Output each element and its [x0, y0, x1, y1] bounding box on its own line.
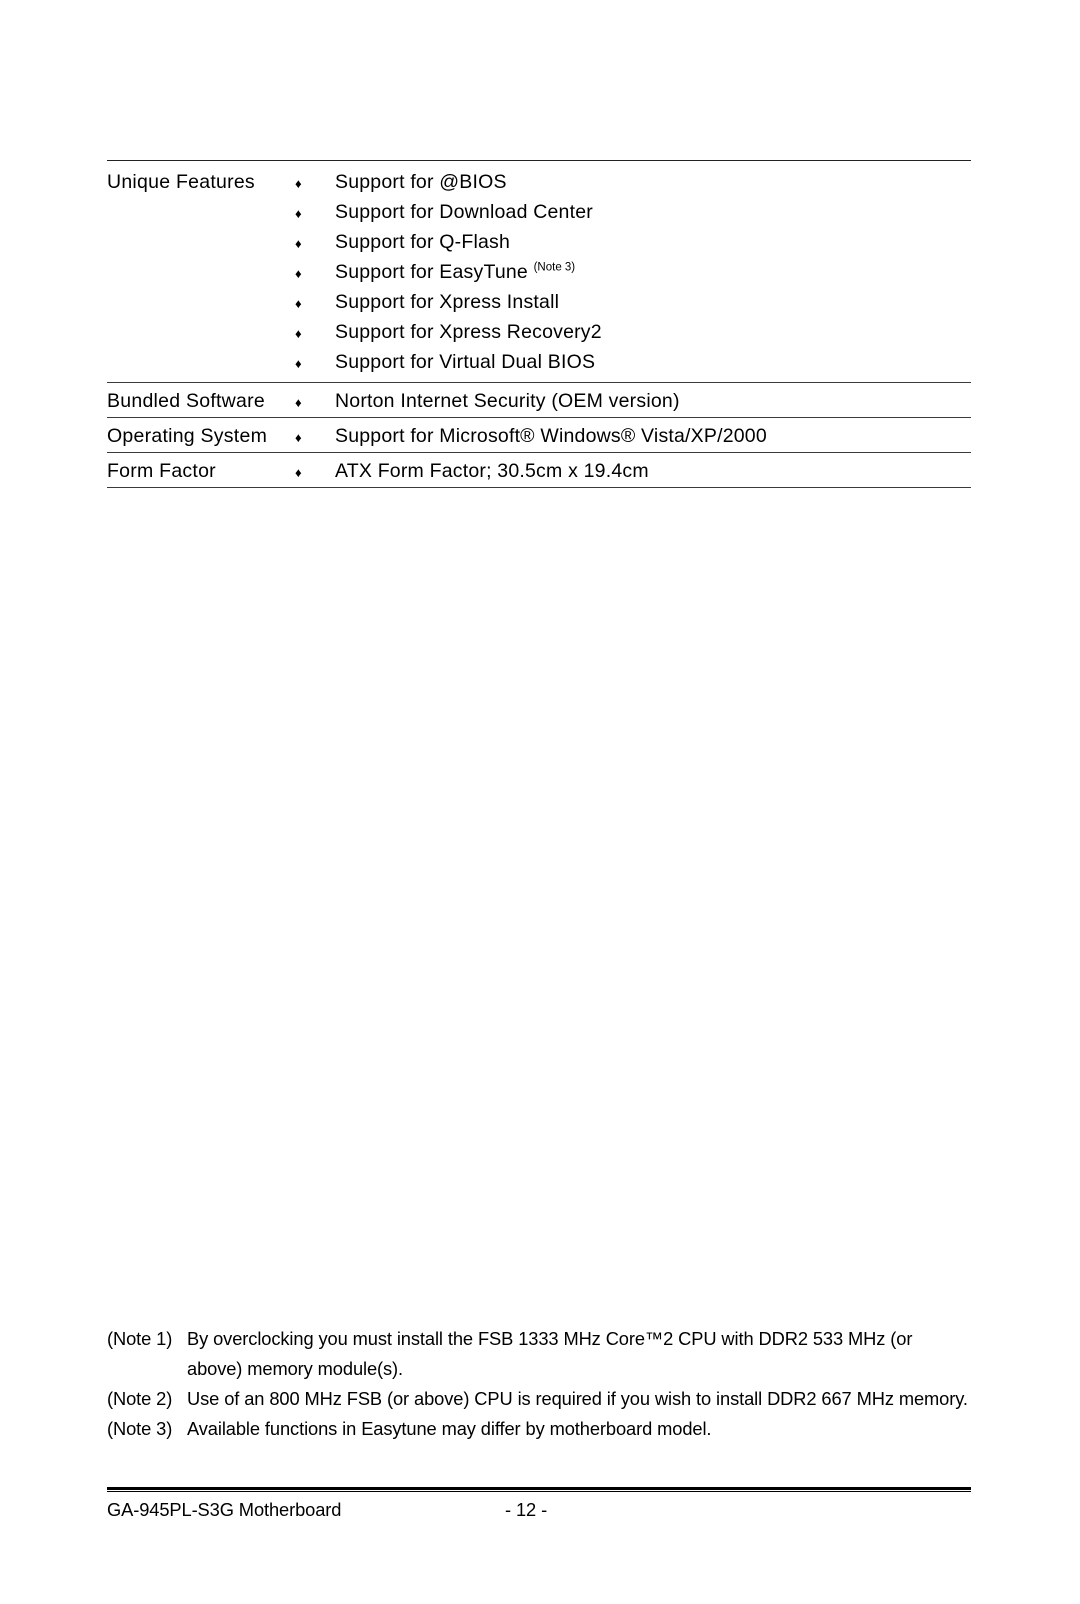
spec-text: Support for Xpress Install — [335, 291, 560, 313]
list-item: ♦ Support for EasyTune (Note 3) — [295, 258, 971, 288]
spec-label: Bundled Software — [107, 390, 265, 412]
specification-table: Unique Features ♦ Support for @BIOS ♦ Su… — [107, 160, 971, 488]
spec-items: ♦ ATX Form Factor; 30.5cm x 19.4cm — [295, 453, 971, 487]
list-item: ♦ Support for Microsoft® Windows® Vista/… — [295, 422, 971, 452]
spec-text: Support for EasyTune (Note 3) — [335, 258, 971, 287]
spec-label: Operating System — [107, 425, 268, 447]
list-item: ♦ Support for Xpress Install — [295, 288, 971, 318]
list-item: ♦ Support for Virtual Dual BIOS — [295, 348, 971, 378]
footer-text-row: GA-945PL-S3G Motherboard - 12 - — [107, 1495, 971, 1525]
table-row: Unique Features ♦ Support for @BIOS ♦ Su… — [107, 161, 971, 382]
diamond-bullet-icon: ♦ — [295, 326, 302, 341]
spec-items: ♦ Support for @BIOS ♦ Support for Downlo… — [295, 164, 971, 378]
spec-label: Form Factor — [107, 460, 216, 482]
diamond-bullet-icon: ♦ — [295, 266, 302, 281]
spec-text: Support for Virtual Dual BIOS — [335, 351, 596, 373]
spec-label: Unique Features — [107, 171, 255, 193]
footnote-line: (Note 3) Available functions in Easytune … — [107, 1414, 987, 1444]
footnote-text: By overclocking you must install the FSB… — [187, 1328, 913, 1349]
footnote-marker: (Note 2) — [107, 1388, 173, 1409]
footnote-2: (Note 2) Use of an 800 MHz FSB (or above)… — [107, 1384, 987, 1414]
spec-text: ATX Form Factor; 30.5cm x 19.4cm — [335, 460, 649, 482]
footnote-text: Use of an 800 MHz FSB (or above) CPU is … — [187, 1388, 968, 1409]
spec-text-main: Support for EasyTune — [335, 261, 534, 283]
page-footer: GA-945PL-S3G Motherboard - 12 - — [107, 1487, 971, 1525]
diamond-bullet-icon: ♦ — [295, 206, 302, 221]
footnote-marker: (Note 1) — [107, 1328, 173, 1349]
diamond-bullet-icon: ♦ — [295, 430, 302, 445]
diamond-bullet-icon: ♦ — [295, 296, 302, 311]
footnote-line: (Note 2) Use of an 800 MHz FSB (or above)… — [107, 1384, 987, 1414]
diamond-bullet-icon: ♦ — [295, 356, 302, 371]
list-item: ♦ Support for Download Center — [295, 198, 971, 228]
table-bottom-rule — [107, 487, 971, 488]
footnote-1: (Note 1) By overclocking you must install… — [107, 1324, 987, 1384]
spec-items: ♦ Norton Internet Security (OEM version) — [295, 383, 971, 417]
diamond-bullet-icon: ♦ — [295, 176, 302, 191]
table-row: Form Factor ♦ ATX Form Factor; 30.5cm x … — [107, 453, 971, 487]
footnote-marker: (Note 3) — [533, 261, 576, 274]
diamond-bullet-icon: ♦ — [295, 395, 302, 410]
footnote-line: (Note 1) By overclocking you must install… — [107, 1324, 987, 1354]
spec-text: Support for @BIOS — [335, 171, 507, 193]
footer-rule-thin — [107, 1490, 971, 1493]
spec-text: Support for Q-Flash — [335, 231, 511, 253]
list-item: ♦ Norton Internet Security (OEM version) — [295, 387, 971, 417]
table-row: Bundled Software ♦ Norton Internet Secur… — [107, 383, 971, 417]
footnotes-block: (Note 1) By overclocking you must install… — [107, 1324, 987, 1444]
list-item: ♦ Support for Q-Flash — [295, 228, 971, 258]
spec-text: Norton Internet Security (OEM version) — [335, 390, 680, 412]
list-item: ♦ ATX Form Factor; 30.5cm x 19.4cm — [295, 457, 971, 487]
footnote-text-continued: above) memory module(s). — [187, 1358, 404, 1379]
spec-text: Support for Download Center — [335, 201, 593, 223]
list-item: ♦ Support for @BIOS — [295, 168, 971, 198]
list-item: ♦ Support for Xpress Recovery2 — [295, 318, 971, 348]
diamond-bullet-icon: ♦ — [295, 236, 302, 251]
spec-items: ♦ Support for Microsoft® Windows® Vista/… — [295, 418, 971, 452]
table-row: Operating System ♦ Support for Microsoft… — [107, 418, 971, 452]
diamond-bullet-icon: ♦ — [295, 465, 302, 480]
footnote-3: (Note 3) Available functions in Easytune … — [107, 1414, 987, 1444]
manual-page: Unique Features ♦ Support for @BIOS ♦ Su… — [0, 0, 1080, 1604]
page-number: - 12 - — [505, 1499, 548, 1521]
spec-text: Support for Microsoft® Windows® Vista/XP… — [335, 425, 767, 447]
footnote-text: Available functions in Easytune may diff… — [187, 1418, 712, 1439]
footer-product-name: GA-945PL-S3G Motherboard — [107, 1499, 342, 1521]
footnote-marker: (Note 3) — [107, 1418, 173, 1439]
spec-text: Support for Xpress Recovery2 — [335, 321, 602, 343]
